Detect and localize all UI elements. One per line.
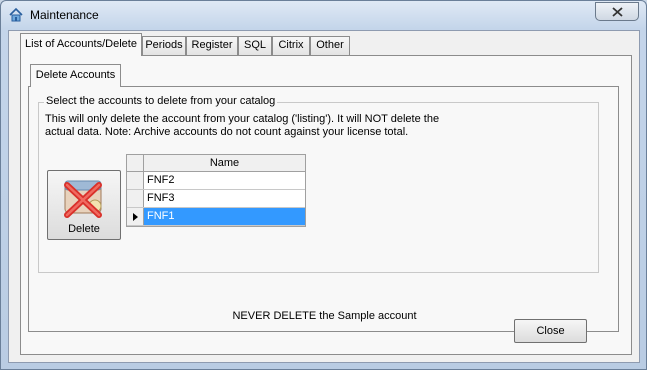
- row-selector[interactable]: [127, 208, 144, 225]
- account-name-cell[interactable]: FNF3: [144, 190, 305, 207]
- tab-other[interactable]: Other: [310, 36, 350, 55]
- table-row[interactable]: FNF2: [127, 172, 305, 190]
- group-description: This will only delete the account from y…: [45, 113, 440, 138]
- tab-delete-accounts[interactable]: Delete Accounts: [30, 64, 121, 87]
- delete-button[interactable]: Delete: [47, 170, 121, 240]
- tab-register[interactable]: Register: [186, 36, 238, 55]
- tab-periods[interactable]: Periods: [142, 36, 186, 55]
- close-icon: [612, 7, 623, 17]
- group-legend: Select the accounts to delete from your …: [44, 95, 278, 107]
- column-header-name[interactable]: Name: [144, 155, 305, 171]
- account-name-cell[interactable]: FNF1: [144, 208, 305, 225]
- row-selector[interactable]: [127, 172, 144, 189]
- title-bar: Maintenance: [1, 1, 646, 29]
- delete-accounts-panel: Select the accounts to delete from your …: [28, 86, 619, 332]
- current-row-arrow-icon: [133, 213, 138, 221]
- house-icon: [8, 7, 24, 23]
- window-title: Maintenance: [30, 8, 99, 22]
- tab-list-of-accounts-delete[interactable]: List of Accounts/Delete: [20, 33, 142, 56]
- delete-button-label: Delete: [68, 223, 100, 235]
- tab-panel-accounts: Delete Accounts Select the accounts to d…: [20, 55, 632, 355]
- grid-header: Name: [127, 155, 305, 172]
- accounts-grid[interactable]: Name FNF2 FNF3 FNF1: [126, 154, 306, 227]
- table-row-selected[interactable]: FNF1: [127, 208, 305, 226]
- tab-sql[interactable]: SQL: [238, 36, 272, 55]
- table-row[interactable]: FNF3: [127, 190, 305, 208]
- maintenance-window: Maintenance List of Accounts/Delete Peri…: [0, 0, 647, 370]
- account-name-cell[interactable]: FNF2: [144, 172, 305, 189]
- row-selector[interactable]: [127, 190, 144, 207]
- tab-citrix[interactable]: Citrix: [272, 36, 310, 55]
- delete-account-icon: [61, 175, 107, 224]
- close-button[interactable]: Close: [514, 319, 587, 343]
- select-accounts-group: Select the accounts to delete from your …: [38, 95, 599, 273]
- grid-corner: [127, 155, 144, 171]
- dialog-client-area: List of Accounts/Delete Periods Register…: [8, 30, 640, 363]
- window-close-button[interactable]: [595, 2, 639, 21]
